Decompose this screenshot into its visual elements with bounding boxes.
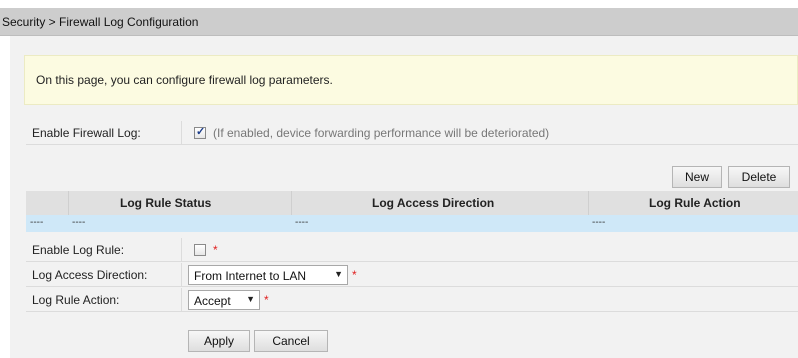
- table-cell: ----: [30, 217, 44, 228]
- header-log-rule-status: Log Rule Status: [120, 196, 212, 210]
- enable-log-rule-checkbox[interactable]: [194, 244, 206, 256]
- row-divider: [181, 121, 182, 145]
- row-divider: [181, 238, 182, 262]
- log-access-direction-label: Log Access Direction:: [32, 268, 148, 282]
- enable-firewall-log-row: Enable Firewall Log: (If enabled, device…: [26, 121, 798, 145]
- breadcrumb-bar: Security > Firewall Log Configuration: [0, 8, 798, 36]
- enable-firewall-log-checkbox[interactable]: [194, 125, 206, 139]
- log-access-direction-row: Log Access Direction: From Internet to L…: [26, 263, 798, 287]
- chevron-down-icon: ▼: [246, 294, 255, 304]
- row-divider: [181, 263, 182, 287]
- log-rule-action-select[interactable]: Accept ▼: [188, 290, 260, 310]
- enable-firewall-log-label: Enable Firewall Log:: [32, 126, 141, 140]
- header-log-access-direction: Log Access Direction: [372, 196, 495, 210]
- enable-firewall-log-hint: (If enabled, device forwarding performan…: [213, 126, 550, 140]
- column-divider: [291, 191, 292, 215]
- new-button[interactable]: New: [672, 166, 722, 188]
- row-divider: [181, 288, 182, 312]
- column-divider: [68, 191, 69, 215]
- apply-button[interactable]: Apply: [188, 330, 250, 352]
- table-cell: ----: [295, 217, 309, 228]
- log-rule-action-value: Accept: [194, 294, 231, 308]
- log-access-direction-select[interactable]: From Internet to LAN ▼: [188, 265, 348, 285]
- required-mark: *: [213, 243, 218, 257]
- header-log-rule-action: Log Rule Action: [649, 196, 741, 210]
- table-cell: ----: [592, 217, 606, 228]
- table-cell: ----: [72, 217, 86, 228]
- table-header: Log Rule Status Log Access Direction Log…: [26, 191, 798, 215]
- table-row[interactable]: ---- ---- ---- ----: [26, 215, 798, 232]
- log-rule-action-row: Log Rule Action: Accept ▼ *: [26, 288, 798, 312]
- info-text: On this page, you can configure firewall…: [36, 73, 333, 87]
- cancel-button[interactable]: Cancel: [254, 330, 328, 352]
- enable-log-rule-label: Enable Log Rule:: [32, 243, 125, 257]
- required-mark: *: [352, 268, 357, 282]
- required-mark: *: [264, 293, 269, 307]
- info-box: On this page, you can configure firewall…: [24, 55, 798, 105]
- column-divider: [588, 191, 589, 215]
- enable-log-rule-row: Enable Log Rule: *: [26, 238, 798, 262]
- breadcrumb: Security > Firewall Log Configuration: [2, 15, 199, 29]
- delete-button[interactable]: Delete: [728, 166, 790, 188]
- log-access-direction-value: From Internet to LAN: [194, 269, 307, 283]
- log-rule-action-label: Log Rule Action:: [32, 293, 120, 307]
- chevron-down-icon: ▼: [334, 269, 343, 279]
